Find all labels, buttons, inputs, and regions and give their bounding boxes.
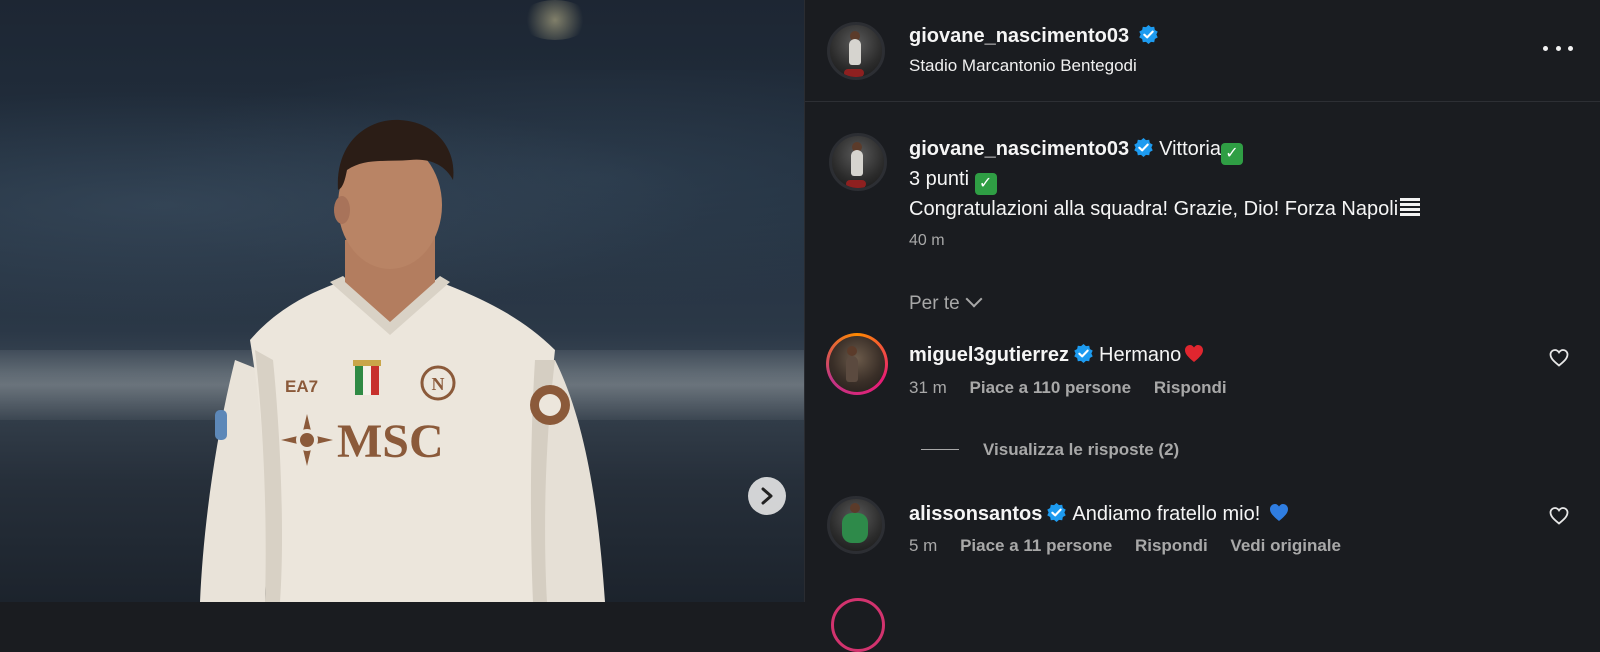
post-header: giovane_nascimento03 Stadio Marcantonio …: [805, 0, 1600, 102]
comment-avatar[interactable]: [827, 496, 885, 554]
verified-badge-icon: [1134, 138, 1153, 157]
next-photo-button[interactable]: [748, 477, 786, 515]
heart-outline-icon[interactable]: [1549, 506, 1569, 526]
reply-button[interactable]: Rispondi: [1135, 536, 1208, 555]
verified-badge-icon: [1047, 503, 1067, 522]
see-original-button[interactable]: Vedi originale: [1230, 536, 1341, 555]
comment-text-line: miguel3gutierrez Hermano: [909, 344, 1204, 367]
comment-username[interactable]: alissonsantos: [909, 503, 1042, 525]
heart-outline-icon[interactable]: [1549, 348, 1569, 368]
author-avatar[interactable]: [827, 22, 885, 80]
view-replies-button[interactable]: Visualizza le risposte (2): [921, 440, 1179, 460]
flag-emoji: [1400, 198, 1421, 218]
caption-author-username[interactable]: giovane_nascimento03: [909, 138, 1129, 160]
chevron-right-icon: [761, 487, 773, 505]
jersey-sponsor-text: MSC: [337, 415, 444, 468]
replies-divider: [921, 449, 959, 450]
post-photo: N EA7 MSC: [0, 0, 804, 602]
comment-avatar[interactable]: [826, 333, 888, 395]
more-options-button[interactable]: [1543, 36, 1573, 60]
reply-button[interactable]: Rispondi: [1154, 378, 1227, 397]
author-username-line: giovane_nascimento03: [909, 25, 1158, 48]
caption-line-2: 3 punti: [909, 168, 970, 190]
comment-avatar[interactable]: [831, 598, 885, 652]
verified-badge-icon: [1138, 25, 1158, 44]
post-caption: giovane_nascimento03 Vittoria ✓ 3 punti ✓…: [909, 135, 1421, 223]
blue-heart-emoji: [1269, 504, 1288, 521]
comment-username[interactable]: miguel3gutierrez: [909, 344, 1069, 366]
comment-text: Andiamo fratello mio!: [1072, 503, 1261, 525]
comment-text: Hermano: [1099, 344, 1182, 366]
comment-sort-dropdown[interactable]: Per te: [909, 290, 983, 315]
red-heart-emoji: [1185, 345, 1204, 362]
comment-sort-label: Per te: [909, 293, 960, 314]
svg-text:N: N: [432, 374, 445, 394]
comment-text-line: alissonsantos Andiamo fratello mio!: [909, 503, 1289, 526]
kit-brand-text: EA7: [285, 377, 318, 396]
author-username[interactable]: giovane_nascimento03: [909, 25, 1129, 47]
more-options-icon: [1543, 45, 1548, 51]
comment-meta: 31 m Piace a 110 persone Rispondi: [909, 378, 1227, 398]
player-figure: N EA7 MSC: [200, 119, 605, 602]
caption-line-3: Congratulazioni alla squadra! Grazie, Di…: [909, 198, 1399, 220]
caption-line-1: Vittoria: [1159, 138, 1221, 160]
post-location[interactable]: Stadio Marcantonio Bentegodi: [909, 56, 1137, 76]
comment-time: 5 m: [909, 536, 938, 555]
view-replies-label: Visualizza le risposte (2): [983, 440, 1180, 459]
chevron-down-icon: [965, 290, 983, 308]
verified-badge-icon: [1074, 344, 1093, 363]
check-mark-emoji: ✓: [1220, 143, 1243, 165]
comment-time: 31 m: [909, 378, 947, 397]
caption-timestamp: 40 m: [909, 232, 945, 249]
check-mark-emoji: ✓: [974, 173, 997, 195]
comment-likes-link[interactable]: Piace a 110 persone: [970, 378, 1132, 397]
stadium-light: [520, 0, 590, 40]
caption-author-avatar[interactable]: [829, 133, 887, 191]
post-side-panel: giovane_nascimento03 Stadio Marcantonio …: [804, 0, 1600, 652]
comment-meta: 5 m Piace a 11 persone Rispondi Vedi ori…: [909, 536, 1341, 556]
comment-likes-link[interactable]: Piace a 11 persone: [960, 536, 1112, 555]
